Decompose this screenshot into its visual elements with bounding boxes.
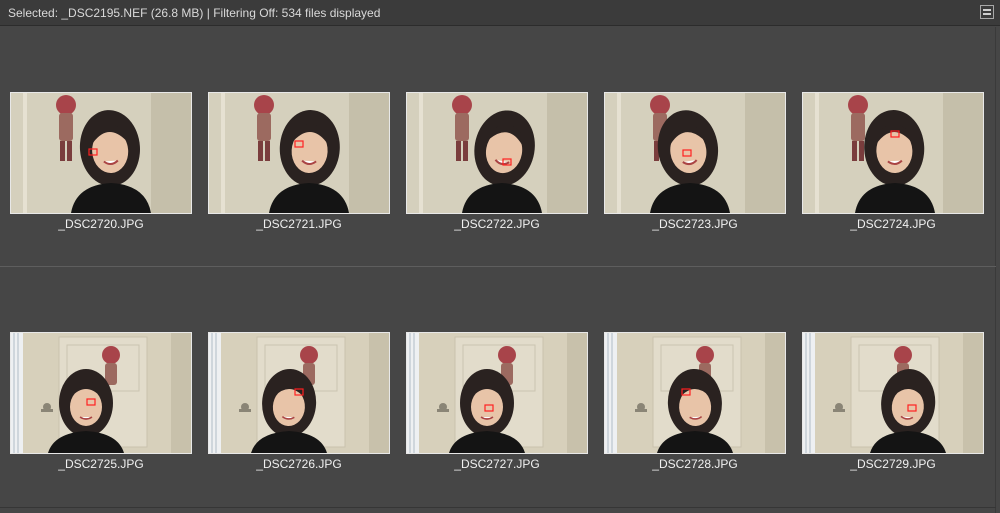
photo-thumbnail xyxy=(209,93,389,213)
thumbnail-filename: _DSC2723.JPG xyxy=(652,217,738,231)
thumbnail-cell[interactable]: _DSC2721.JPG xyxy=(208,92,390,242)
thumbnail-cell[interactable]: _DSC2726.JPG xyxy=(208,332,390,482)
photo-thumbnail xyxy=(209,333,389,453)
thumbnail-filename: _DSC2720.JPG xyxy=(58,217,144,231)
photo-thumbnail xyxy=(605,93,785,213)
thumbnail-cell[interactable]: _DSC2725.JPG xyxy=(10,332,192,482)
thumbnail-image[interactable] xyxy=(802,92,984,214)
thumbnail-cell[interactable]: _DSC2729.JPG xyxy=(802,332,984,482)
thumbnail-filename: _DSC2728.JPG xyxy=(652,457,738,471)
thumbnail-grid: _DSC2720.JPG _DSC2721.JPG _DSC2722.JPG _… xyxy=(0,27,996,513)
photo-thumbnail xyxy=(803,333,983,453)
thumbnail-cell[interactable]: _DSC2728.JPG xyxy=(604,332,786,482)
thumbnail-image[interactable] xyxy=(604,332,786,454)
status-bar: Selected: _DSC2195.NEF (26.8 MB) | Filte… xyxy=(0,0,1000,26)
thumbnail-filename: _DSC2726.JPG xyxy=(256,457,342,471)
thumbnail-image[interactable] xyxy=(406,332,588,454)
photo-thumbnail xyxy=(407,93,587,213)
thumbnail-filename: _DSC2724.JPG xyxy=(850,217,936,231)
thumbnail-filename: _DSC2721.JPG xyxy=(256,217,342,231)
thumbnail-image[interactable] xyxy=(10,92,192,214)
photo-thumbnail xyxy=(407,333,587,453)
thumbnail-image[interactable] xyxy=(10,332,192,454)
thumbnail-image[interactable] xyxy=(208,332,390,454)
thumbnail-cell[interactable]: _DSC2722.JPG xyxy=(406,92,588,242)
panel-menu-icon[interactable] xyxy=(980,5,994,19)
row-divider xyxy=(0,507,996,508)
thumbnail-cell[interactable]: _DSC2727.JPG xyxy=(406,332,588,482)
thumbnail-cell[interactable]: _DSC2724.JPG xyxy=(802,92,984,242)
photo-thumbnail xyxy=(605,333,785,453)
thumbnail-filename: _DSC2725.JPG xyxy=(58,457,144,471)
thumbnail-filename: _DSC2722.JPG xyxy=(454,217,540,231)
thumbnail-image[interactable] xyxy=(604,92,786,214)
file-browser-panel: Selected: _DSC2195.NEF (26.8 MB) | Filte… xyxy=(0,0,1000,513)
photo-thumbnail xyxy=(11,333,191,453)
thumbnail-cell[interactable]: _DSC2720.JPG xyxy=(10,92,192,242)
photo-thumbnail xyxy=(11,93,191,213)
thumbnail-image[interactable] xyxy=(208,92,390,214)
thumbnail-filename: _DSC2727.JPG xyxy=(454,457,540,471)
photo-thumbnail xyxy=(803,93,983,213)
thumbnail-cell[interactable]: _DSC2723.JPG xyxy=(604,92,786,242)
thumbnail-image[interactable] xyxy=(802,332,984,454)
status-text: Selected: _DSC2195.NEF (26.8 MB) | Filte… xyxy=(8,6,381,20)
row-divider xyxy=(0,266,996,267)
thumbnail-image[interactable] xyxy=(406,92,588,214)
thumbnail-filename: _DSC2729.JPG xyxy=(850,457,936,471)
